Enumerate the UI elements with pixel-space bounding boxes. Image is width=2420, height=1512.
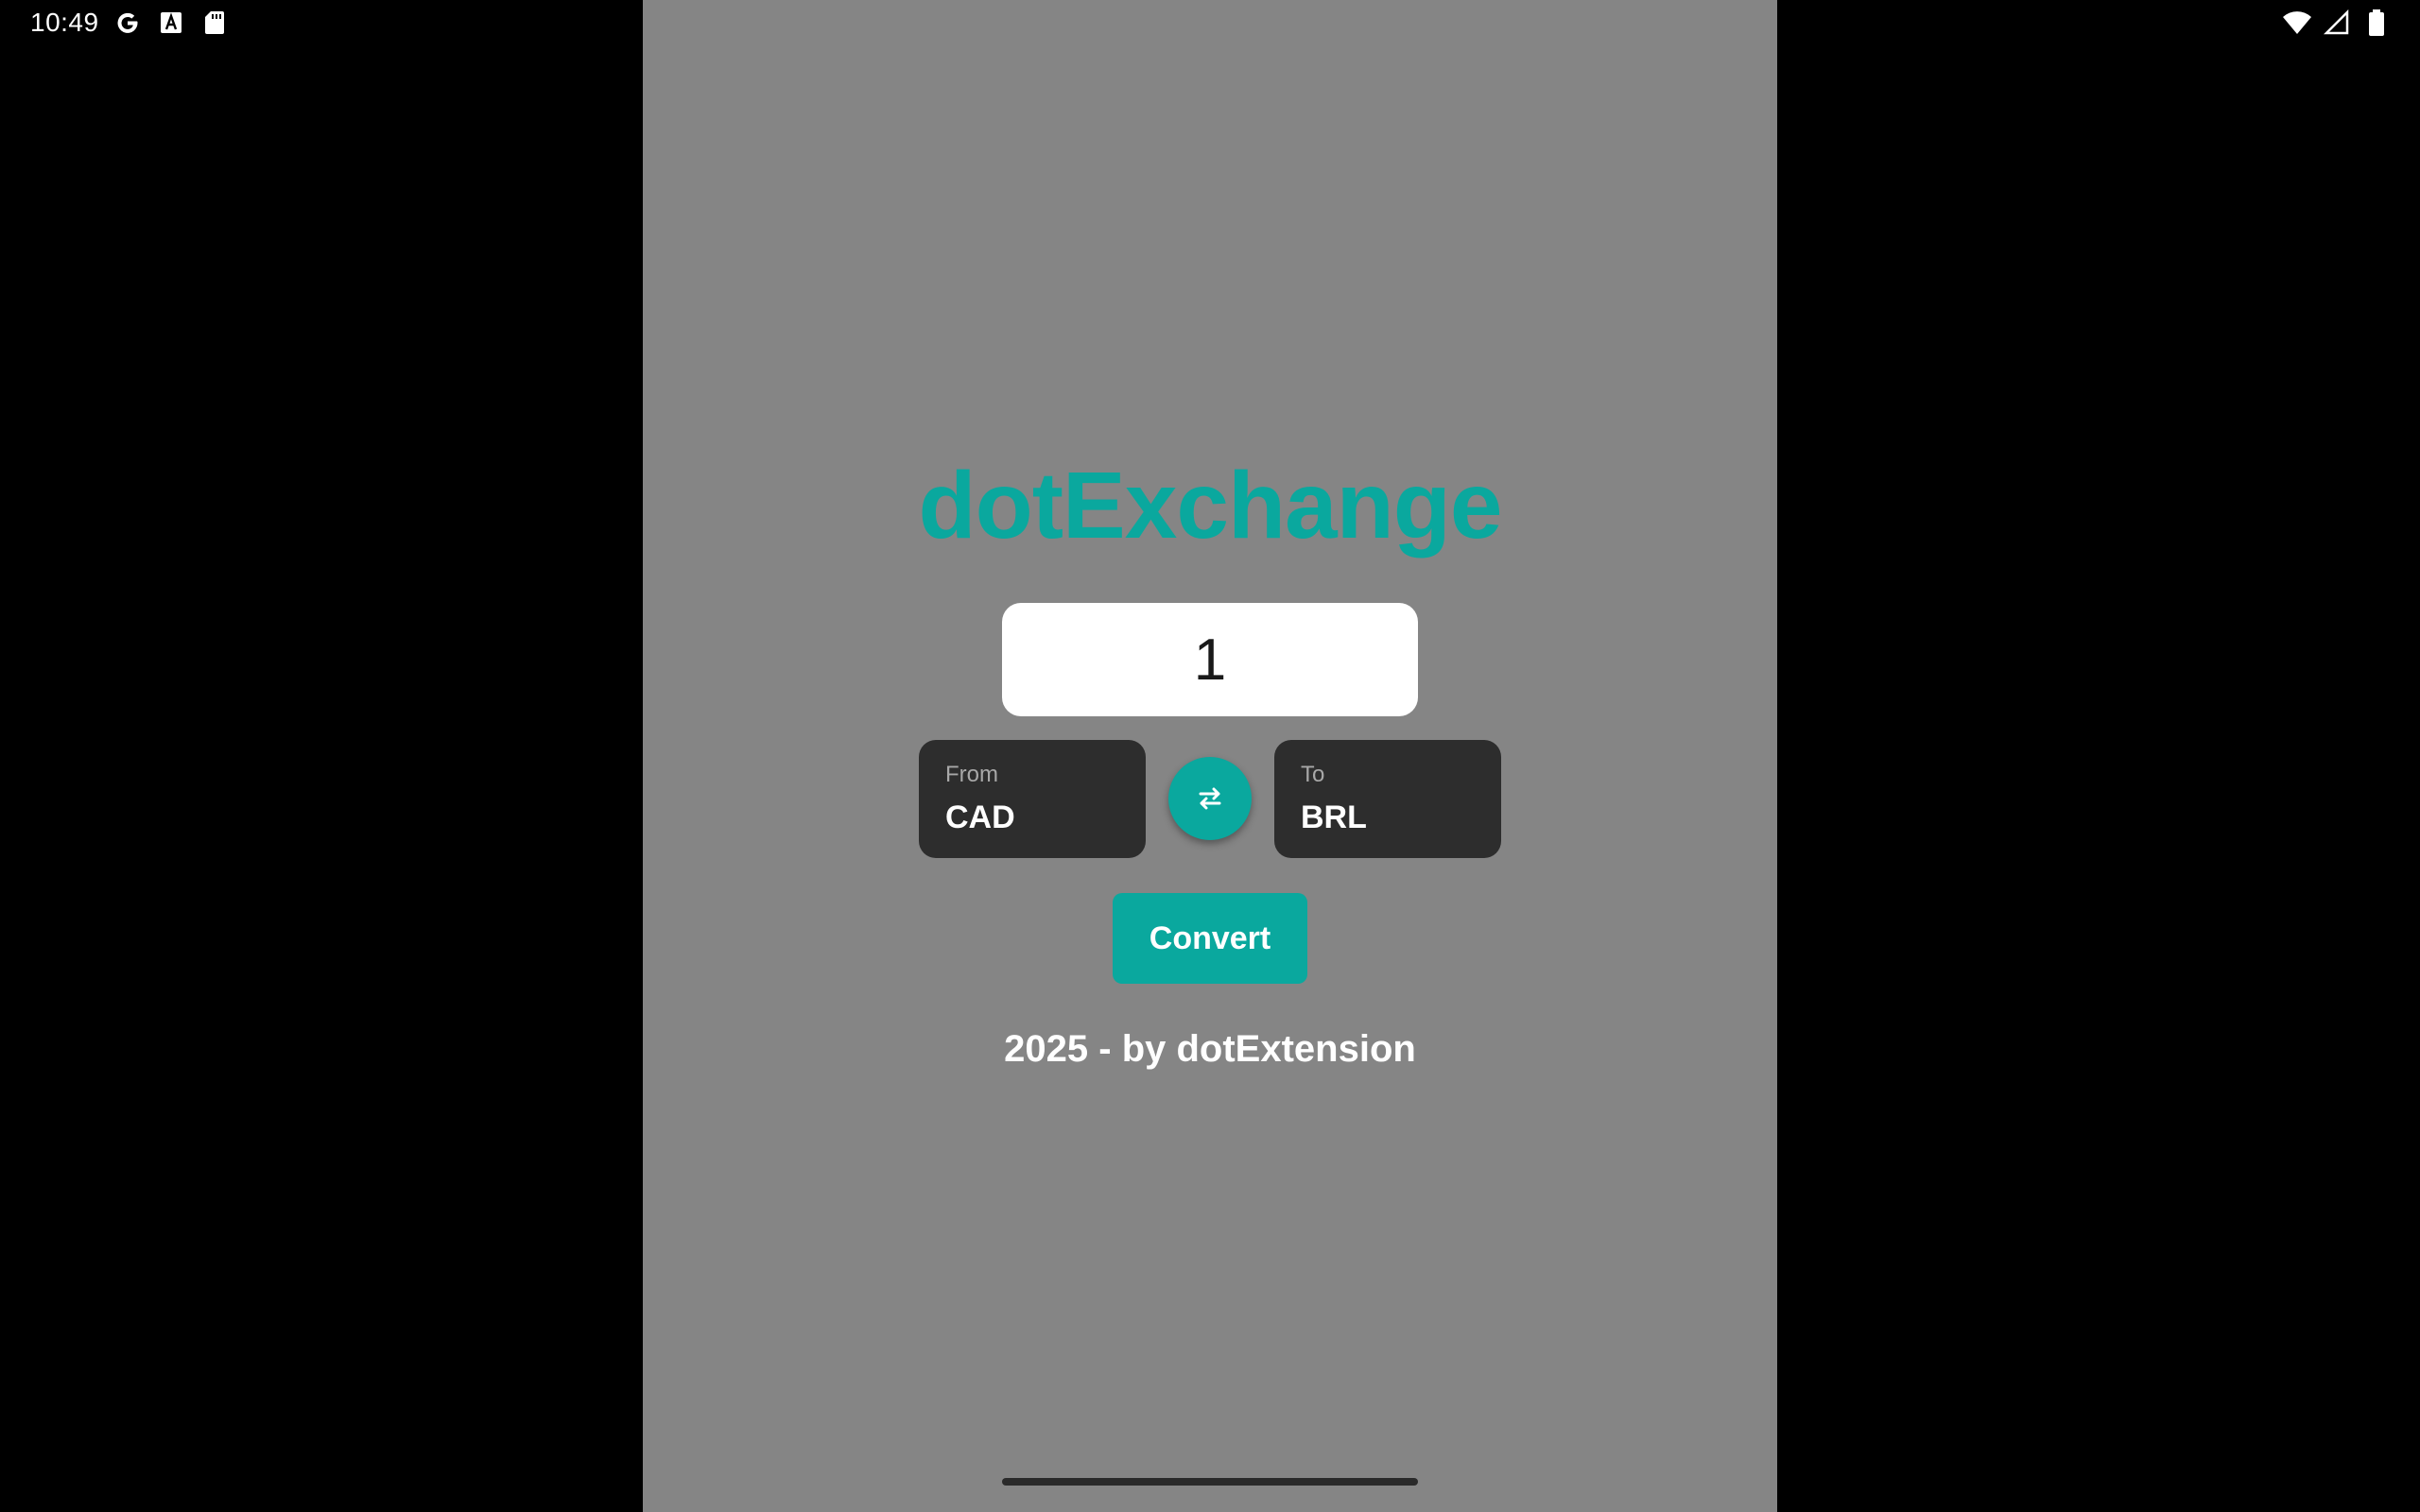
footer-credit: 2025 - by dotExtension <box>1004 1028 1416 1070</box>
to-label: To <box>1301 762 1325 787</box>
battery-icon <box>2361 8 2392 38</box>
app-title: dotExchange <box>918 453 1503 558</box>
status-time: 10:49 <box>30 8 99 37</box>
cell-signal-icon <box>2322 8 2352 38</box>
screen: 10:49 dotExchange 1 From CAD To BRL Conv… <box>0 0 2420 1512</box>
swap-arrows-icon <box>1195 783 1225 814</box>
to-currency-selector[interactable]: To BRL <box>1274 740 1501 858</box>
status-bar-left: 10:49 <box>30 6 230 40</box>
convert-button[interactable]: Convert <box>1113 893 1307 984</box>
status-bar-right <box>2282 8 2392 38</box>
wifi-icon <box>2282 8 2312 38</box>
font-a-icon <box>156 8 186 38</box>
to-currency-value: BRL <box>1301 799 1367 835</box>
swap-currencies-button[interactable] <box>1168 757 1252 840</box>
status-bar: 10:49 <box>0 0 2420 45</box>
from-currency-selector[interactable]: From CAD <box>919 740 1146 858</box>
google-g-icon <box>112 8 143 38</box>
from-label: From <box>945 762 998 787</box>
amount-input[interactable] <box>1002 603 1418 716</box>
app-window: dotExchange From CAD To BRL Convert 2025… <box>643 0 1777 1512</box>
home-indicator[interactable] <box>1002 1478 1418 1486</box>
sd-card-icon <box>199 8 230 38</box>
from-currency-value: CAD <box>945 799 1015 835</box>
